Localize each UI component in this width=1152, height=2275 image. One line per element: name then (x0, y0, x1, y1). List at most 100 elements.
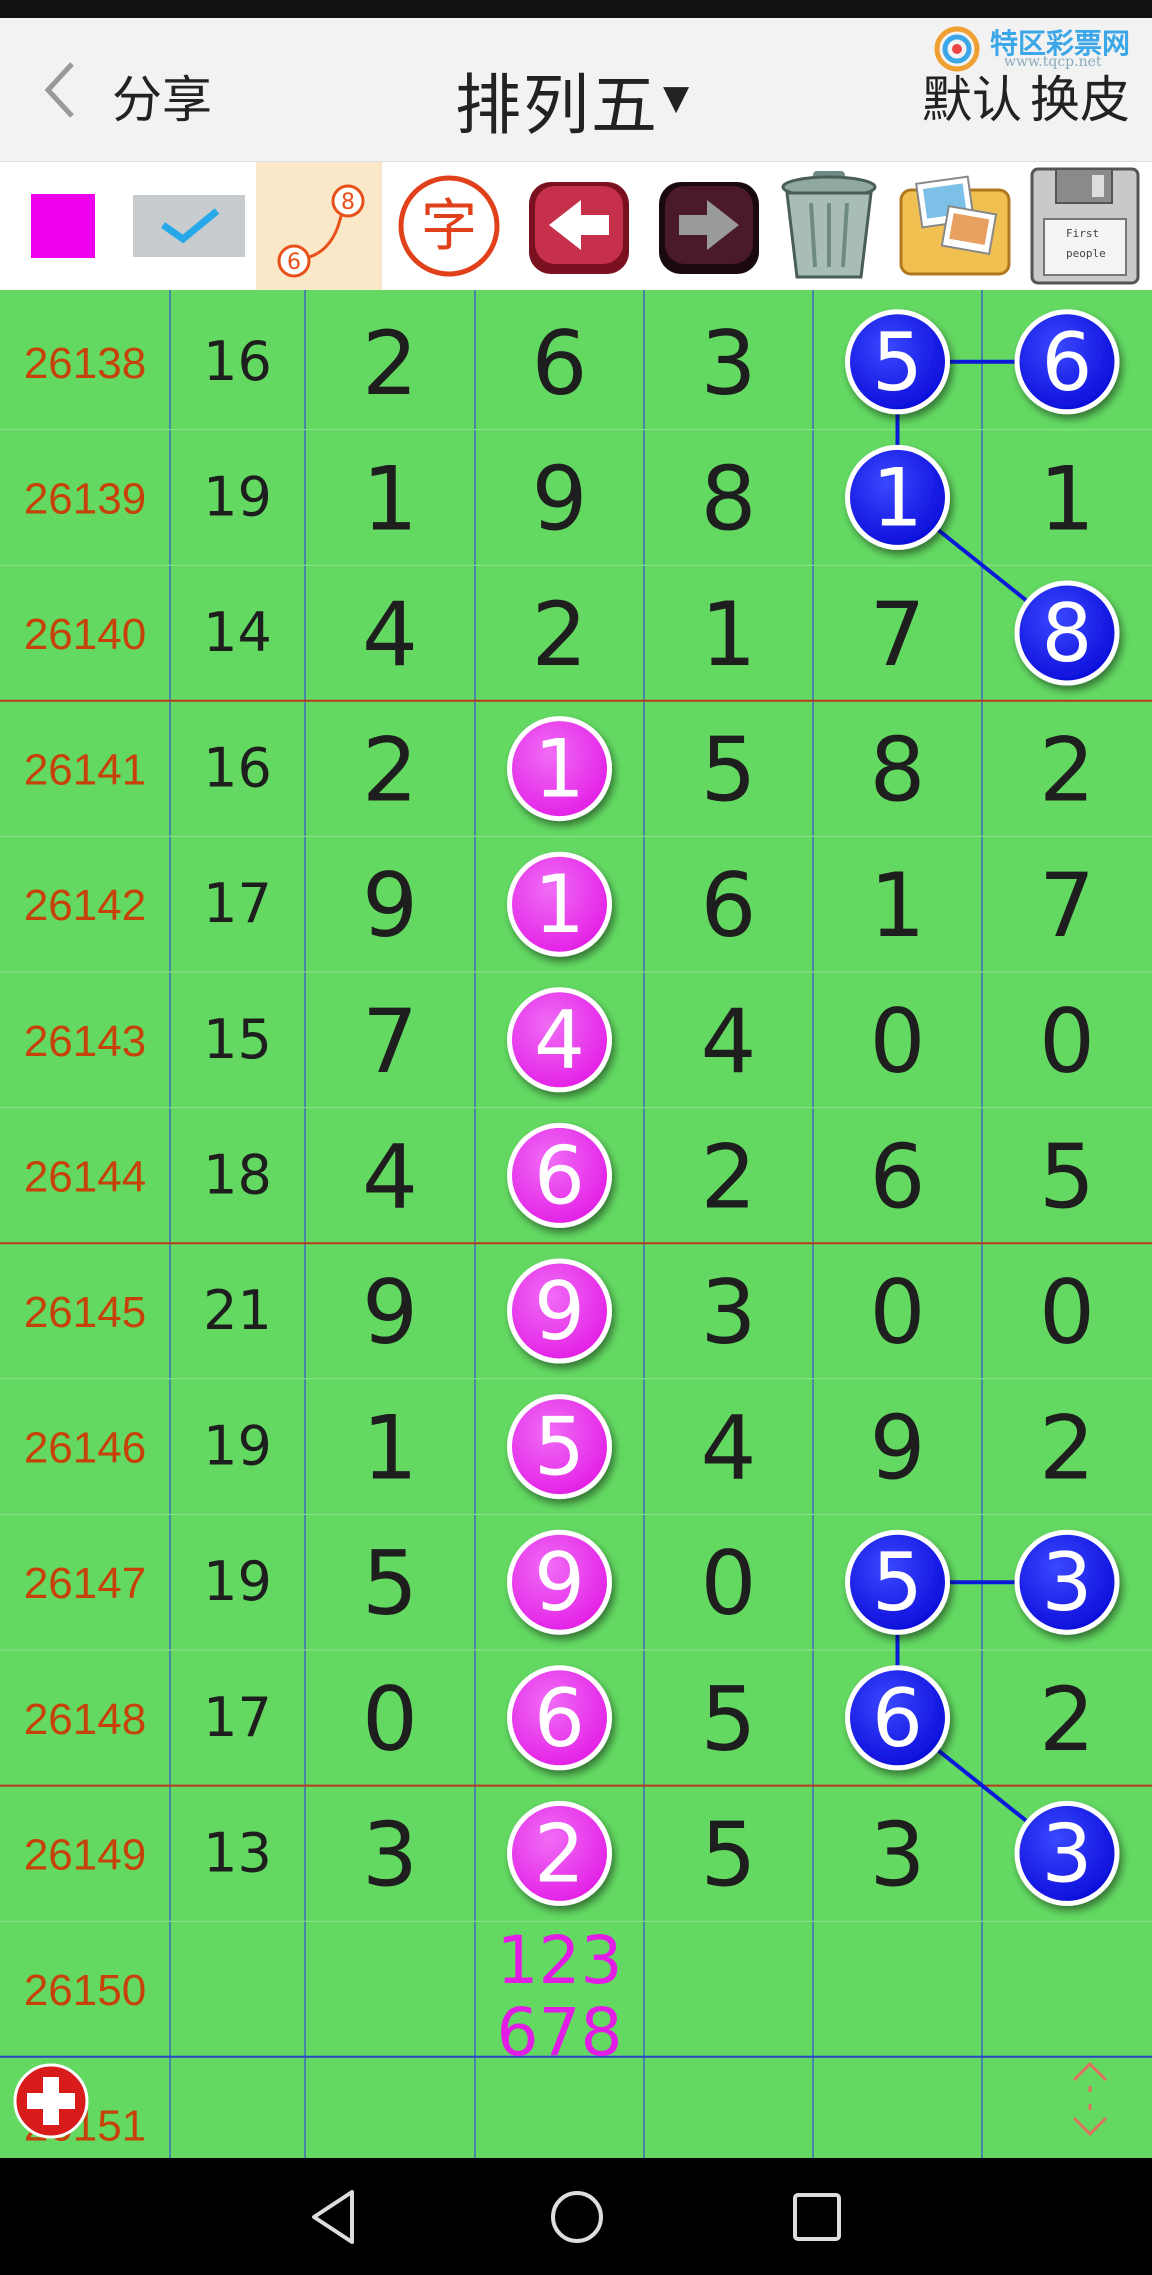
title-dropdown-icon[interactable]: ▼ (663, 78, 689, 118)
redo-button[interactable] (646, 162, 772, 290)
nav-back-icon[interactable] (300, 2182, 370, 2252)
digit-cell: 1 (362, 1397, 418, 1500)
ball-digit: 6 (534, 1672, 585, 1765)
digit-cell: 9 (532, 447, 588, 550)
undo-button[interactable] (516, 162, 642, 290)
digit-cell: 7 (1039, 854, 1095, 957)
ball-digit: 9 (534, 1536, 585, 1629)
ball-digit: 3 (1042, 1807, 1093, 1900)
digit-cell: 7 (362, 990, 418, 1093)
save-button[interactable]: First people (1022, 162, 1148, 290)
table-row: 26143 15 7 4 4 0 0 (24, 987, 1095, 1093)
ball-digit: 8 (1042, 587, 1093, 680)
nav-home-icon[interactable] (542, 2182, 612, 2252)
digit-cell: 7 (870, 583, 926, 686)
arrow-left-icon (529, 182, 629, 274)
character-icon: 字 (398, 175, 500, 277)
digit-cell: 2 (362, 719, 418, 822)
issue-number: 26146 (24, 1424, 146, 1473)
arrow-right-icon (659, 182, 759, 274)
digit-cell: 1 (362, 447, 418, 550)
ball-digit: 6 (1042, 316, 1093, 409)
watermark-url: www.tqcp.net (1004, 54, 1102, 70)
ball-digit: 5 (534, 1401, 585, 1494)
connect-line-icon: 8 6 (277, 184, 365, 278)
digit-cell: 9 (870, 1397, 926, 1500)
digit-cell: 6 (870, 1125, 926, 1228)
prediction-text: 678 (497, 1994, 623, 2071)
share-button[interactable]: 分享 (112, 60, 212, 132)
digit-cell: 9 (362, 854, 418, 957)
digit-cell: 0 (1039, 1261, 1095, 1364)
sum-value: 14 (203, 601, 272, 664)
ball-digit: 1 (872, 451, 923, 544)
issue-number: 26147 (24, 1559, 146, 1608)
digit-cell: 4 (701, 990, 757, 1093)
character-button[interactable]: 字 (386, 162, 512, 290)
digit-cell: 1 (701, 583, 757, 686)
connect-line-icon-8: 8 (341, 190, 355, 215)
issue-number: 26145 (24, 1288, 146, 1337)
issue-number: 26148 (24, 1695, 146, 1744)
digit-cell: 5 (701, 719, 757, 822)
issue-number: 26150 (24, 1966, 146, 2015)
digit-cell: 5 (362, 1532, 418, 1635)
default-button[interactable]: 默认 (922, 71, 1022, 129)
color-swatch-button[interactable] (0, 162, 126, 290)
digit-cell: 0 (870, 1261, 926, 1364)
grid-canvas[interactable]: 26138 16 2 6 3 5 626139 19 1 9 8 1 126140 14 4 2 1 7 82614… (0, 290, 1152, 2158)
issue-number: 26143 (24, 1017, 146, 1066)
table-row: 26141 16 2 1 5 8 2 (24, 716, 1095, 822)
digit-cell: 2 (532, 583, 588, 686)
back-arrow-icon[interactable] (38, 58, 82, 122)
ball-digit: 1 (534, 858, 585, 951)
digit-cell: 0 (870, 990, 926, 1093)
character-icon-label: 字 (421, 194, 477, 259)
connect-line-icon-6: 6 (287, 250, 301, 275)
digit-cell: 5 (701, 1803, 757, 1906)
watermark-logo-icon (934, 26, 980, 72)
connect-line-button[interactable]: 8 6 (256, 162, 382, 290)
toolbar: 8 6 字 First people (0, 162, 1152, 290)
table-row: 26144 18 4 6 2 6 5 (24, 1122, 1095, 1228)
watermark: 特区彩票网 www.tqcp.net (934, 20, 1144, 72)
issue-number: 26140 (24, 610, 146, 659)
digit-cell: 2 (362, 312, 418, 415)
sum-value: 19 (203, 465, 272, 528)
sum-value: 21 (203, 1279, 272, 1342)
digit-cell: 2 (1039, 719, 1095, 822)
table-row: 26146 19 1 5 4 9 2 (24, 1394, 1095, 1500)
table-row: 26139 19 1 9 8 1 1 (24, 444, 1095, 550)
sum-value: 16 (203, 737, 272, 800)
digit-cell: 2 (1039, 1668, 1095, 1771)
change-skin-button[interactable]: 换皮 (1030, 71, 1130, 129)
check-mark-icon (133, 195, 245, 257)
digit-cell: 6 (532, 312, 588, 415)
sum-value: 19 (203, 1550, 272, 1613)
issue-number: 26149 (24, 1830, 146, 1879)
ball-digit: 4 (534, 994, 585, 1087)
table-row: 26150 (24, 1966, 146, 2015)
digit-cell: 1 (1039, 447, 1095, 550)
floppy-label-line-2: people (1066, 247, 1106, 260)
issue-number: 26144 (24, 1152, 146, 1201)
digit-cell: 5 (701, 1668, 757, 1771)
sum-value: 17 (203, 1686, 272, 1749)
lottery-trend-grid[interactable]: 26138 16 2 6 3 5 6 26139 19 1 9 8 1 1 26140 14 4 2 1 7 8 2614… (0, 290, 1152, 2158)
table-row: 26148 17 0 6 5 6 2 (24, 1665, 1095, 1771)
digit-cell: 9 (362, 1261, 418, 1364)
clear-button[interactable] (766, 162, 892, 290)
photos-button[interactable] (892, 162, 1018, 290)
issue-number: 26141 (24, 746, 146, 795)
scroll-up-down-icon[interactable] (1060, 2058, 1120, 2140)
digit-cell: 6 (701, 854, 757, 957)
issue-number: 26139 (24, 474, 146, 523)
nav-recents-icon[interactable] (782, 2182, 852, 2252)
table-row: 26142 17 9 1 6 1 7 (24, 851, 1095, 957)
digit-cell: 3 (870, 1803, 926, 1906)
check-button[interactable] (126, 162, 252, 290)
add-button[interactable] (12, 2062, 90, 2140)
digit-cell: 8 (870, 719, 926, 822)
page-title[interactable]: 排列五 (455, 52, 659, 148)
ball-digit: 6 (534, 1129, 585, 1222)
